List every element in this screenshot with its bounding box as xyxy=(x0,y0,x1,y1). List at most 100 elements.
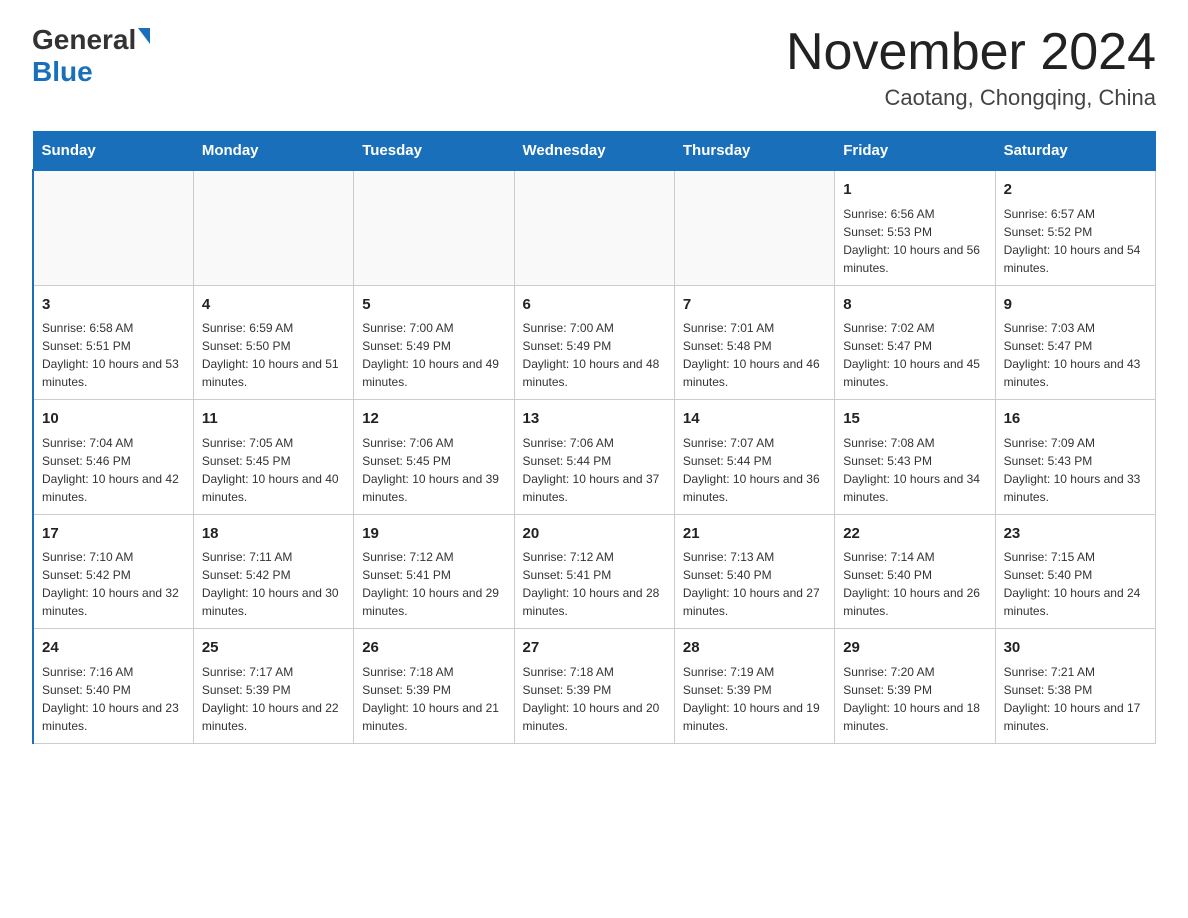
day-number: 25 xyxy=(202,637,345,660)
calendar-cell: 21Sunrise: 7:13 AM Sunset: 5:40 PM Dayli… xyxy=(674,514,834,629)
day-number: 27 xyxy=(523,637,666,660)
calendar-cell xyxy=(33,170,193,285)
day-info: Sunrise: 7:07 AM Sunset: 5:44 PM Dayligh… xyxy=(683,434,826,506)
day-info: Sunrise: 7:00 AM Sunset: 5:49 PM Dayligh… xyxy=(362,319,505,391)
day-number: 19 xyxy=(362,523,505,546)
calendar-cell: 28 Sunrise: 7:19 AM Sunset: 5:39 PM Dayli… xyxy=(674,629,834,744)
calendar-week-row: 24 Sunrise: 7:16 AM Sunset: 5:40 PM Dayli… xyxy=(33,629,1156,744)
day-info: Sunrise: 7:14 AM Sunset: 5:40 PM Dayligh… xyxy=(843,548,986,620)
day-number: 9 xyxy=(1004,294,1147,317)
calendar-week-row: 3Sunrise: 6:58 AM Sunset: 5:51 PM Daylig… xyxy=(33,285,1156,400)
calendar-header-thursday: Thursday xyxy=(674,132,834,171)
day-info: Sunrise: 7:18 AM Sunset: 5:39 PM Dayligh… xyxy=(523,663,666,735)
day-number: 30 xyxy=(1004,637,1147,660)
day-info: Sunrise: 7:03 AM Sunset: 5:47 PM Dayligh… xyxy=(1004,319,1147,391)
day-number: 10 xyxy=(42,408,185,431)
calendar-cell: 22Sunrise: 7:14 AM Sunset: 5:40 PM Dayli… xyxy=(835,514,995,629)
calendar-cell: 16 Sunrise: 7:09 AM Sunset: 5:43 PM Dayli… xyxy=(995,400,1155,515)
logo: General Blue xyxy=(32,24,150,88)
day-info: Sunrise: 7:06 AM Sunset: 5:45 PM Dayligh… xyxy=(362,434,505,506)
day-info: Sunrise: 7:00 AM Sunset: 5:49 PM Dayligh… xyxy=(523,319,666,391)
day-number: 24 xyxy=(42,637,185,660)
day-number: 22 xyxy=(843,523,986,546)
day-info: Sunrise: 6:56 AM Sunset: 5:53 PM Dayligh… xyxy=(843,205,986,277)
day-number: 5 xyxy=(362,294,505,317)
calendar-header-wednesday: Wednesday xyxy=(514,132,674,171)
month-title: November 2024 xyxy=(786,24,1156,81)
logo-blue-text: Blue xyxy=(32,56,93,88)
calendar-week-row: 10 Sunrise: 7:04 AM Sunset: 5:46 PM Dayli… xyxy=(33,400,1156,515)
day-number: 20 xyxy=(523,523,666,546)
day-number: 8 xyxy=(843,294,986,317)
day-info: Sunrise: 7:06 AM Sunset: 5:44 PM Dayligh… xyxy=(523,434,666,506)
day-number: 13 xyxy=(523,408,666,431)
calendar-header-saturday: Saturday xyxy=(995,132,1155,171)
day-info: Sunrise: 7:02 AM Sunset: 5:47 PM Dayligh… xyxy=(843,319,986,391)
day-info: Sunrise: 7:12 AM Sunset: 5:41 PM Dayligh… xyxy=(523,548,666,620)
calendar-cell: 30 Sunrise: 7:21 AM Sunset: 5:38 PM Dayli… xyxy=(995,629,1155,744)
day-info: Sunrise: 6:59 AM Sunset: 5:50 PM Dayligh… xyxy=(202,319,345,391)
calendar-week-row: 17Sunrise: 7:10 AM Sunset: 5:42 PM Dayli… xyxy=(33,514,1156,629)
day-number: 23 xyxy=(1004,523,1147,546)
day-number: 17 xyxy=(42,523,185,546)
calendar-cell: 24 Sunrise: 7:16 AM Sunset: 5:40 PM Dayli… xyxy=(33,629,193,744)
calendar-cell xyxy=(354,170,514,285)
day-number: 14 xyxy=(683,408,826,431)
calendar-header-tuesday: Tuesday xyxy=(354,132,514,171)
calendar-cell: 7Sunrise: 7:01 AM Sunset: 5:48 PM Daylig… xyxy=(674,285,834,400)
calendar-cell: 19Sunrise: 7:12 AM Sunset: 5:41 PM Dayli… xyxy=(354,514,514,629)
day-info: Sunrise: 7:20 AM Sunset: 5:39 PM Dayligh… xyxy=(843,663,986,735)
calendar-table: SundayMondayTuesdayWednesdayThursdayFrid… xyxy=(32,131,1156,744)
calendar-cell: 11 Sunrise: 7:05 AM Sunset: 5:45 PM Dayli… xyxy=(193,400,353,515)
day-number: 15 xyxy=(843,408,986,431)
day-info: Sunrise: 7:21 AM Sunset: 5:38 PM Dayligh… xyxy=(1004,663,1147,735)
day-info: Sunrise: 7:09 AM Sunset: 5:43 PM Dayligh… xyxy=(1004,434,1147,506)
calendar-header-row: SundayMondayTuesdayWednesdayThursdayFrid… xyxy=(33,132,1156,171)
day-number: 29 xyxy=(843,637,986,660)
day-number: 6 xyxy=(523,294,666,317)
day-info: Sunrise: 7:10 AM Sunset: 5:42 PM Dayligh… xyxy=(42,548,185,620)
calendar-cell: 26Sunrise: 7:18 AM Sunset: 5:39 PM Dayli… xyxy=(354,629,514,744)
day-number: 18 xyxy=(202,523,345,546)
header: General Blue November 2024 Caotang, Chon… xyxy=(32,24,1156,111)
calendar-week-row: 1 Sunrise: 6:56 AM Sunset: 5:53 PM Daylig… xyxy=(33,170,1156,285)
day-number: 28 xyxy=(683,637,826,660)
calendar-cell: 1 Sunrise: 6:56 AM Sunset: 5:53 PM Daylig… xyxy=(835,170,995,285)
calendar-cell: 13 Sunrise: 7:06 AM Sunset: 5:44 PM Dayli… xyxy=(514,400,674,515)
calendar-cell: 9Sunrise: 7:03 AM Sunset: 5:47 PM Daylig… xyxy=(995,285,1155,400)
calendar-cell: 27 Sunrise: 7:18 AM Sunset: 5:39 PM Dayli… xyxy=(514,629,674,744)
calendar-cell: 3Sunrise: 6:58 AM Sunset: 5:51 PM Daylig… xyxy=(33,285,193,400)
day-number: 7 xyxy=(683,294,826,317)
calendar-cell: 8Sunrise: 7:02 AM Sunset: 5:47 PM Daylig… xyxy=(835,285,995,400)
day-info: Sunrise: 7:17 AM Sunset: 5:39 PM Dayligh… xyxy=(202,663,345,735)
day-info: Sunrise: 7:05 AM Sunset: 5:45 PM Dayligh… xyxy=(202,434,345,506)
calendar-cell: 6Sunrise: 7:00 AM Sunset: 5:49 PM Daylig… xyxy=(514,285,674,400)
calendar-cell: 5Sunrise: 7:00 AM Sunset: 5:49 PM Daylig… xyxy=(354,285,514,400)
day-info: Sunrise: 7:04 AM Sunset: 5:46 PM Dayligh… xyxy=(42,434,185,506)
calendar-cell: 4Sunrise: 6:59 AM Sunset: 5:50 PM Daylig… xyxy=(193,285,353,400)
day-info: Sunrise: 7:16 AM Sunset: 5:40 PM Dayligh… xyxy=(42,663,185,735)
calendar-cell: 29 Sunrise: 7:20 AM Sunset: 5:39 PM Dayli… xyxy=(835,629,995,744)
day-info: Sunrise: 7:11 AM Sunset: 5:42 PM Dayligh… xyxy=(202,548,345,620)
day-number: 2 xyxy=(1004,179,1147,202)
calendar-header-sunday: Sunday xyxy=(33,132,193,171)
location-title: Caotang, Chongqing, China xyxy=(786,85,1156,111)
day-info: Sunrise: 7:19 AM Sunset: 5:39 PM Dayligh… xyxy=(683,663,826,735)
calendar-cell: 12Sunrise: 7:06 AM Sunset: 5:45 PM Dayli… xyxy=(354,400,514,515)
day-info: Sunrise: 7:12 AM Sunset: 5:41 PM Dayligh… xyxy=(362,548,505,620)
calendar-cell: 18Sunrise: 7:11 AM Sunset: 5:42 PM Dayli… xyxy=(193,514,353,629)
day-number: 26 xyxy=(362,637,505,660)
day-number: 11 xyxy=(202,408,345,431)
calendar-cell xyxy=(193,170,353,285)
day-number: 1 xyxy=(843,179,986,202)
calendar-header-friday: Friday xyxy=(835,132,995,171)
day-info: Sunrise: 6:58 AM Sunset: 5:51 PM Dayligh… xyxy=(42,319,185,391)
calendar-cell: 20Sunrise: 7:12 AM Sunset: 5:41 PM Dayli… xyxy=(514,514,674,629)
calendar-cell: 14 Sunrise: 7:07 AM Sunset: 5:44 PM Dayli… xyxy=(674,400,834,515)
day-info: Sunrise: 7:01 AM Sunset: 5:48 PM Dayligh… xyxy=(683,319,826,391)
day-number: 4 xyxy=(202,294,345,317)
calendar-cell: 2Sunrise: 6:57 AM Sunset: 5:52 PM Daylig… xyxy=(995,170,1155,285)
calendar-cell: 15Sunrise: 7:08 AM Sunset: 5:43 PM Dayli… xyxy=(835,400,995,515)
day-number: 21 xyxy=(683,523,826,546)
day-number: 16 xyxy=(1004,408,1147,431)
